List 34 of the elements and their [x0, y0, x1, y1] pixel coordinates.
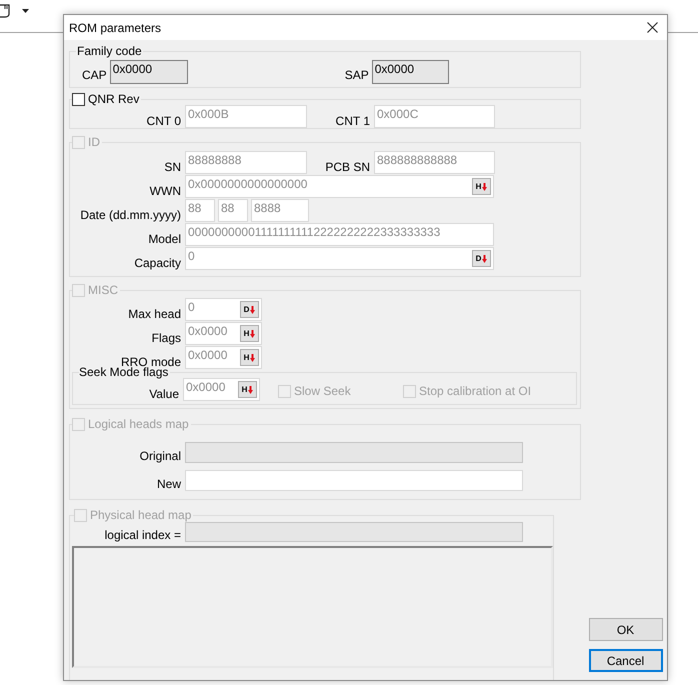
dialog-button[interactable]: Cancel: [588, 649, 662, 672]
group-title: Family code: [76, 44, 143, 58]
down-arrow-icon: [482, 182, 488, 190]
text-field[interactable]: 0x0000: [110, 60, 188, 84]
field-label: Model: [147, 232, 182, 246]
qnr-rev-checkbox[interactable]: QNR Rev: [72, 92, 140, 106]
field-label: PCB SN: [324, 160, 371, 174]
field-label: CNT 0: [146, 114, 182, 128]
down-arrow-icon: [482, 254, 488, 262]
dialog-button[interactable]: OK: [588, 618, 662, 641]
field-label: SN: [163, 160, 182, 174]
field-label: Date (dd.mm.yyyy): [79, 208, 182, 222]
field-label: logical index =: [104, 528, 182, 542]
window-title: ROM parameters: [69, 20, 162, 36]
field-label: Value: [148, 387, 180, 401]
field-label: New: [156, 477, 182, 491]
field-label: Capacity: [133, 256, 182, 270]
tool-icon[interactable]: [0, 4, 11, 18]
down-arrow-icon: [250, 354, 256, 362]
field-label: CAP: [82, 67, 108, 84]
field-label: Max head: [127, 307, 182, 321]
down-arrow-icon: [248, 386, 254, 394]
caret-icon[interactable]: [22, 9, 29, 13]
field-label: CNT 1: [334, 114, 371, 128]
down-arrow-icon: [250, 330, 256, 338]
down-arrow-icon: [250, 306, 256, 314]
field-label: SAP: [344, 67, 370, 84]
list-box[interactable]: [72, 546, 553, 668]
field-label: WWN: [148, 184, 182, 198]
field-label: Flags: [150, 331, 182, 345]
text-field[interactable]: 0x0000: [372, 60, 449, 84]
field-label: Original: [138, 449, 182, 463]
close-icon: [646, 22, 658, 33]
group-title: Seek Mode flags: [79, 365, 168, 379]
